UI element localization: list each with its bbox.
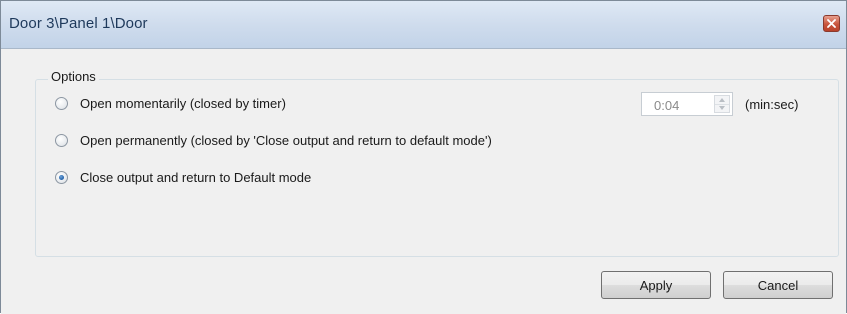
radio-open-permanently[interactable]: Open permanently (closed by 'Close outpu… xyxy=(55,133,492,148)
timer-unit-label: (min:sec) xyxy=(745,97,799,112)
options-legend: Options xyxy=(48,69,99,84)
radio-close-output[interactable]: Close output and return to Default mode xyxy=(55,170,311,185)
apply-button[interactable]: Apply xyxy=(601,271,711,299)
spin-down-button[interactable] xyxy=(715,104,729,112)
dialog-body: Options Open momentarily (closed by time… xyxy=(1,49,846,314)
close-icon xyxy=(827,19,836,28)
chevron-up-icon xyxy=(719,98,725,102)
cancel-button[interactable]: Cancel xyxy=(723,271,833,299)
timer-spin-buttons[interactable] xyxy=(714,95,730,113)
radio-label-close-output: Close output and return to Default mode xyxy=(80,170,312,185)
radio-button-open-permanently[interactable] xyxy=(55,134,68,147)
dialog-window: Door 3\Panel 1\Door Options Open momenta… xyxy=(0,0,847,314)
close-button[interactable] xyxy=(823,15,840,32)
timer-value[interactable]: 0:04 xyxy=(654,98,679,113)
radio-label-open-momentarily: Open momentarily (closed by timer) xyxy=(80,96,286,111)
chevron-down-icon xyxy=(719,106,725,110)
radio-label-open-permanently: Open permanently (closed by 'Close outpu… xyxy=(80,133,492,148)
title-bar[interactable]: Door 3\Panel 1\Door xyxy=(1,1,846,49)
radio-button-open-momentarily[interactable] xyxy=(55,97,68,110)
radio-open-momentarily[interactable]: Open momentarily (closed by timer) xyxy=(55,96,286,111)
window-title: Door 3\Panel 1\Door xyxy=(9,15,148,32)
radio-button-close-output[interactable] xyxy=(55,171,68,184)
timer-spinbox[interactable]: 0:04 xyxy=(641,92,733,116)
